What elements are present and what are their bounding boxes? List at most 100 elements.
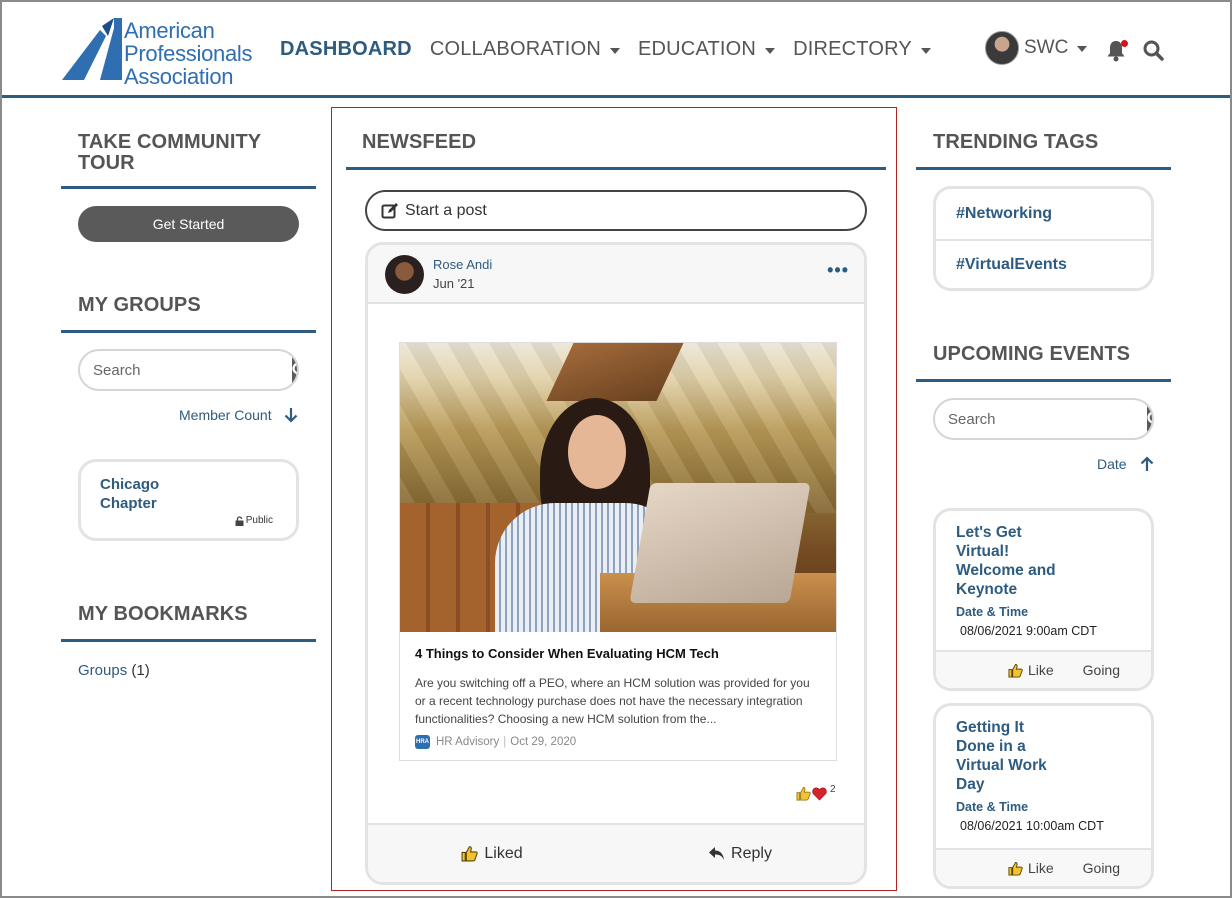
image-part (629, 483, 811, 603)
group-card-chicago[interactable]: Chicago Chapter Public (78, 459, 299, 541)
nav-dashboard-label: DASHBOARD (280, 38, 412, 60)
groups-sort[interactable]: Member Count (179, 407, 298, 423)
user-menu[interactable]: SWC (985, 31, 1088, 65)
source-date: Oct 29, 2020 (510, 736, 577, 748)
link-title: 4 Things to Consider When Evaluating HCM… (415, 646, 719, 661)
groups-search-input[interactable] (80, 351, 292, 389)
event-like-label: Like (1027, 860, 1054, 876)
groups-search-button[interactable] (292, 351, 297, 389)
search-icon (292, 362, 297, 375)
chevron-down-icon (609, 47, 620, 54)
reactions[interactable]: 2 (796, 784, 836, 801)
link-description: Are you switching off a PEO, where an HC… (415, 676, 810, 726)
post-date: Jun '21 (433, 276, 475, 291)
group-name-line: Chicago (100, 476, 160, 493)
post-card: Rose Andi Jun '21 ••• 4 Things to Consid… (365, 242, 867, 885)
start-post-button[interactable]: Start a post (365, 190, 867, 231)
nav-collaboration[interactable]: COLLABORATION (430, 38, 620, 61)
thumbs-up-icon (461, 846, 479, 862)
start-post-label: Start a post (405, 201, 487, 219)
event-datetime: 08/06/2021 9:00am CDT (960, 624, 1097, 638)
search-icon[interactable] (1143, 40, 1164, 61)
link-source: HRA HR Advisory | Oct 29, 2020 (415, 735, 821, 749)
source-separator: | (503, 736, 507, 748)
nav-directory[interactable]: DIRECTORY (793, 38, 931, 61)
nav-education[interactable]: EDUCATION (637, 38, 776, 61)
logo-line: Association (124, 64, 234, 89)
post-author[interactable]: Rose Andi (433, 257, 492, 272)
arrow-up-icon (1140, 456, 1153, 471)
chevron-down-icon (765, 47, 776, 54)
tag-networking[interactable]: #Networking (936, 189, 1151, 239)
source-name: HR Advisory (436, 736, 500, 748)
event-going-button[interactable]: Going (1083, 860, 1120, 876)
nav-dashboard[interactable]: DASHBOARD (280, 38, 412, 61)
bookmarks-title: MY BOOKMARKS (78, 603, 248, 625)
chevron-down-icon (920, 47, 931, 54)
more-options-icon[interactable]: ••• (827, 261, 849, 279)
event-datetime: 08/06/2021 10:00am CDT (960, 819, 1104, 833)
image-part (568, 415, 626, 489)
groups-sort-label: Member Count (179, 407, 272, 423)
event-title-line: Let's Get (956, 524, 1022, 541)
logo[interactable]: American Professionals Association (62, 18, 252, 88)
newsfeed-title: NEWSFEED (362, 131, 477, 153)
nav-education-label: EDUCATION (637, 38, 757, 60)
arrow-down-icon (284, 408, 297, 423)
upcoming-events-title: UPCOMING EVENTS (933, 343, 1131, 365)
event-title-line: Virtual Work (956, 757, 1047, 774)
events-search-button[interactable] (1147, 400, 1152, 438)
event-card: Getting It Done in a Virtual Work Day Da… (933, 703, 1154, 889)
event-going-button[interactable]: Going (1083, 662, 1120, 678)
divider (916, 167, 1171, 170)
link-preview-image (400, 343, 836, 632)
avatar[interactable] (385, 255, 424, 294)
event-like-button[interactable]: Like (1008, 662, 1054, 678)
tag-virtualevents[interactable]: #VirtualEvents (936, 239, 1151, 288)
event-title[interactable]: Let's Get Virtual! Welcome and Keynote (936, 511, 1076, 599)
main-nav: DASHBOARD COLLABORATION EDUCATION DIRECT… (280, 38, 949, 61)
events-search (933, 398, 1154, 440)
nav-directory-label: DIRECTORY (793, 38, 912, 60)
bookmark-groups-link[interactable]: Groups (78, 662, 127, 679)
logo-line: American (124, 18, 215, 43)
link-preview-card[interactable]: 4 Things to Consider When Evaluating HCM… (399, 342, 837, 761)
user-label: SWC (1024, 37, 1069, 58)
event-card: Let's Get Virtual! Welcome and Keynote D… (933, 508, 1154, 691)
divider (346, 167, 886, 170)
event-title-line: Virtual! (956, 543, 1010, 560)
events-search-input[interactable] (935, 400, 1147, 438)
thumbs-up-icon (1008, 663, 1023, 678)
liked-button[interactable]: Liked (368, 825, 616, 882)
event-title-line: Getting It (956, 719, 1025, 736)
privacy-label: Public (245, 515, 273, 526)
chevron-down-icon (1077, 46, 1088, 52)
event-title-line: Done in a (956, 738, 1026, 755)
post-header: Rose Andi Jun '21 ••• (368, 245, 864, 304)
events-sort-label: Date (1097, 456, 1127, 472)
reply-button[interactable]: Reply (616, 825, 864, 882)
trending-tags-list: #Networking #VirtualEvents (933, 186, 1154, 291)
post-footer: Liked Reply (368, 823, 864, 882)
event-like-label: Like (1027, 662, 1054, 678)
reply-icon (709, 847, 725, 860)
event-datetime-label: Date & Time (956, 605, 1029, 619)
event-title[interactable]: Getting It Done in a Virtual Work Day (936, 706, 1076, 794)
group-name: Chicago Chapter (100, 475, 159, 513)
bookmark-item: Groups (1) (78, 662, 150, 679)
tour-title-line: TAKE COMMUNITY (78, 131, 262, 153)
events-sort[interactable]: Date (1097, 456, 1154, 472)
event-like-button[interactable]: Like (1008, 860, 1054, 876)
trending-tags-title: TRENDING TAGS (933, 131, 1099, 153)
event-datetime-label: Date & Time (956, 800, 1029, 814)
privacy-badge: Public (235, 515, 273, 526)
liked-label: Liked (484, 844, 523, 862)
groups-title: MY GROUPS (78, 294, 201, 316)
heart-icon (812, 787, 827, 800)
bookmark-count: (1) (131, 662, 150, 679)
link-preview-body: 4 Things to Consider When Evaluating HCM… (400, 632, 836, 749)
divider (61, 639, 316, 642)
divider (61, 186, 316, 189)
nav-collaboration-label: COLLABORATION (429, 38, 601, 60)
get-started-button[interactable]: Get Started (78, 206, 299, 242)
